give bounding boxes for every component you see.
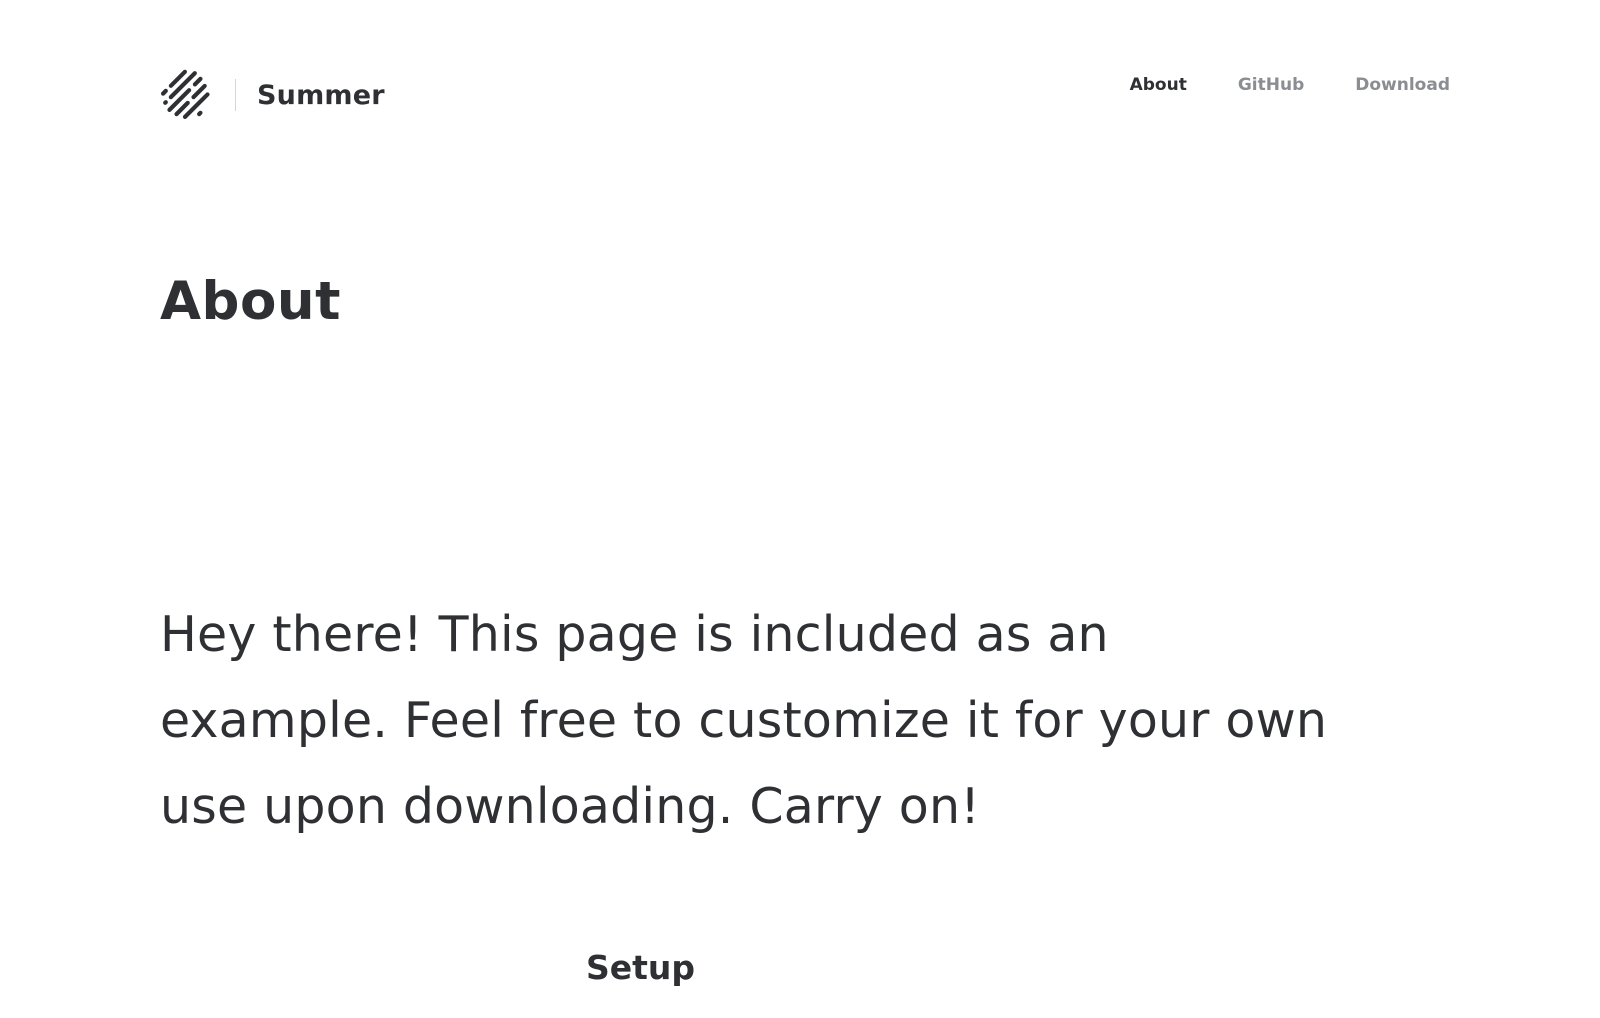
page-title: About bbox=[160, 271, 341, 332]
site-header: Summer About GitHub Download bbox=[160, 60, 1450, 124]
home-logo-link[interactable]: Summer bbox=[160, 68, 385, 122]
brand-name: Summer bbox=[257, 79, 385, 111]
intro-paragraph: Hey there! This page is included as an e… bbox=[160, 606, 1328, 835]
nav-download-link[interactable]: Download bbox=[1355, 77, 1450, 94]
logo-divider bbox=[235, 79, 236, 111]
diagonal-stripes-logo-icon bbox=[160, 69, 210, 120]
main-nav: About GitHub Download bbox=[1130, 77, 1450, 94]
nav-about-link[interactable]: About bbox=[1130, 77, 1187, 94]
nav-github-link[interactable]: GitHub bbox=[1238, 77, 1304, 94]
setup-heading: Setup bbox=[586, 948, 696, 987]
